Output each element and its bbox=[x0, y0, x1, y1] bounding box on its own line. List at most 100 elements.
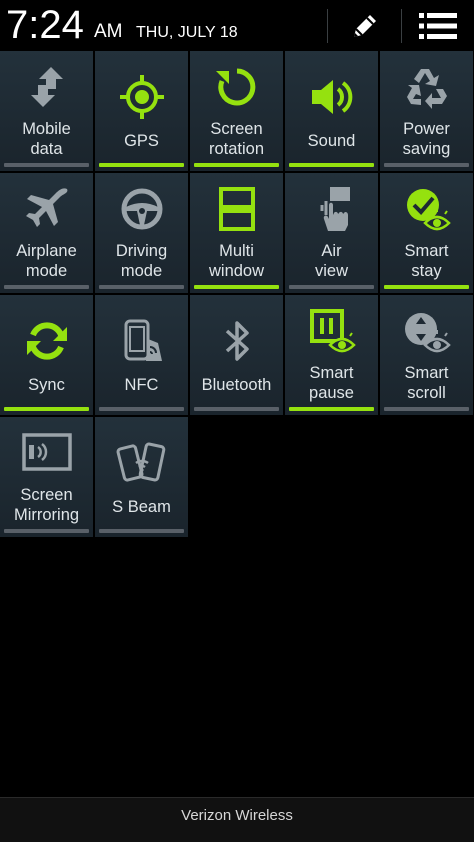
toggle-label-line2: rotation bbox=[208, 140, 265, 158]
notification-list-button[interactable] bbox=[408, 6, 468, 46]
toggle-state-indicator bbox=[99, 407, 184, 411]
bluetooth-icon bbox=[190, 315, 283, 367]
clock-ampm: AM bbox=[94, 21, 123, 42]
smart-stay-icon bbox=[380, 183, 473, 235]
toggle-label: S Beam bbox=[97, 497, 186, 517]
toggle-label: Smart scroll bbox=[382, 363, 471, 403]
toggle-label-line1: Smart bbox=[404, 242, 449, 260]
toggle-power-saving[interactable]: Power saving bbox=[380, 51, 473, 171]
toggle-air-view[interactable]: Air view bbox=[285, 173, 378, 293]
toggle-label: Multi window bbox=[192, 241, 281, 281]
toggle-label: GPS bbox=[97, 131, 186, 151]
smart-pause-icon bbox=[285, 305, 378, 357]
toggle-state-indicator bbox=[99, 163, 184, 167]
list-icon bbox=[419, 13, 457, 39]
toggle-state-indicator bbox=[384, 163, 469, 167]
toggle-label-line1: Driving bbox=[115, 242, 168, 260]
toggle-label: Mobile data bbox=[2, 119, 91, 159]
nfc-icon bbox=[95, 315, 188, 367]
gps-icon bbox=[95, 71, 188, 123]
toggle-label-line2: scroll bbox=[407, 384, 446, 402]
rotation-icon bbox=[190, 61, 283, 113]
toggle-label-line1: S Beam bbox=[112, 498, 171, 516]
mobile-data-icon bbox=[0, 61, 93, 113]
toggle-label-line1: Power bbox=[403, 120, 450, 138]
toggle-multi-window[interactable]: Multi window bbox=[190, 173, 283, 293]
toggle-label: Smart pause bbox=[287, 363, 376, 403]
toggle-label: Air view bbox=[287, 241, 376, 281]
toggle-label: Screen Mirroring bbox=[2, 485, 91, 525]
toggle-label: Driving mode bbox=[97, 241, 186, 281]
date: THU, JULY 18 bbox=[136, 24, 238, 41]
toggle-airplane-mode[interactable]: Airplane mode bbox=[0, 173, 93, 293]
toggle-smart-scroll[interactable]: Smart scroll bbox=[380, 295, 473, 415]
toggle-driving-mode[interactable]: Driving mode bbox=[95, 173, 188, 293]
toggle-label-line2: stay bbox=[411, 262, 442, 280]
toggle-label: Sound bbox=[287, 131, 376, 151]
screen-mirroring-icon bbox=[0, 427, 93, 479]
toggle-smart-stay[interactable]: Smart stay bbox=[380, 173, 473, 293]
toggle-state-indicator bbox=[4, 163, 89, 167]
toggle-state-indicator bbox=[99, 529, 184, 533]
toggle-label: Screen rotation bbox=[192, 119, 281, 159]
steering-wheel-icon bbox=[95, 183, 188, 235]
toggle-label-line2: view bbox=[314, 262, 348, 280]
toggle-label-line1: Screen bbox=[210, 120, 263, 138]
toggle-label-line1: Sync bbox=[28, 376, 65, 394]
toggle-label-line1: Air bbox=[321, 242, 342, 260]
toggle-label: Airplane mode bbox=[2, 241, 91, 281]
sound-icon bbox=[285, 71, 378, 123]
toggle-label-line2: mode bbox=[120, 262, 163, 280]
toggle-state-indicator bbox=[384, 407, 469, 411]
edit-button[interactable] bbox=[335, 6, 395, 46]
toggle-label-line2: window bbox=[208, 262, 265, 280]
toggle-smart-pause[interactable]: Smart pause bbox=[285, 295, 378, 415]
toggle-state-indicator bbox=[289, 285, 374, 289]
header-divider bbox=[401, 9, 402, 43]
recycle-icon bbox=[380, 61, 473, 113]
toggle-label-line2: mode bbox=[25, 262, 68, 280]
air-view-icon bbox=[285, 183, 378, 235]
sync-icon bbox=[0, 315, 93, 367]
toggle-label-line2: data bbox=[30, 140, 63, 158]
toggle-nfc[interactable]: NFC bbox=[95, 295, 188, 415]
toggle-state-indicator bbox=[194, 285, 279, 289]
toggle-label: Power saving bbox=[382, 119, 471, 159]
toggle-label: NFC bbox=[97, 375, 186, 395]
toggle-label: Bluetooth bbox=[192, 375, 281, 395]
toggle-bluetooth[interactable]: Bluetooth bbox=[190, 295, 283, 415]
toggle-state-indicator bbox=[289, 407, 374, 411]
toggle-state-indicator bbox=[194, 407, 279, 411]
toggle-state-indicator bbox=[4, 529, 89, 533]
toggle-label-line2: pause bbox=[309, 384, 354, 402]
toggle-label: Smart stay bbox=[382, 241, 471, 281]
toggle-state-indicator bbox=[4, 407, 89, 411]
toggle-state-indicator bbox=[99, 285, 184, 289]
status-header: 7:24 AM THU, JULY 18 bbox=[0, 0, 474, 50]
toggle-gps[interactable]: GPS bbox=[95, 51, 188, 171]
toggle-sound[interactable]: Sound bbox=[285, 51, 378, 171]
toggle-screen-mirroring[interactable]: Screen Mirroring bbox=[0, 417, 93, 537]
toggle-label: Sync bbox=[2, 375, 91, 395]
s-beam-icon bbox=[95, 437, 188, 489]
toggle-label-line1: Multi bbox=[219, 242, 254, 260]
toggle-sync[interactable]: Sync bbox=[0, 295, 93, 415]
toggle-label-line1: Screen bbox=[20, 486, 73, 504]
toggle-screen-rotation[interactable]: Screen rotation bbox=[190, 51, 283, 171]
clock: 7:24 bbox=[6, 3, 84, 47]
smart-scroll-icon bbox=[380, 305, 473, 357]
toggle-label-line1: Mobile bbox=[22, 120, 71, 138]
multi-window-icon bbox=[190, 183, 283, 235]
toggle-label-line1: Smart bbox=[309, 364, 354, 382]
toggle-state-indicator bbox=[194, 163, 279, 167]
toggle-label-line2: Mirroring bbox=[13, 506, 80, 524]
toggle-s-beam[interactable]: S Beam bbox=[95, 417, 188, 537]
toggle-label-line1: Smart bbox=[404, 364, 449, 382]
carrier-label: Verizon Wireless bbox=[0, 797, 474, 842]
notification-panel: 7:24 AM THU, JULY 18 Mobile data GPS Scr… bbox=[0, 0, 474, 842]
pencil-icon bbox=[354, 15, 376, 37]
toggle-mobile-data[interactable]: Mobile data bbox=[0, 51, 93, 171]
toggle-label-line1: NFC bbox=[124, 376, 159, 394]
toggle-state-indicator bbox=[384, 285, 469, 289]
toggle-state-indicator bbox=[4, 285, 89, 289]
